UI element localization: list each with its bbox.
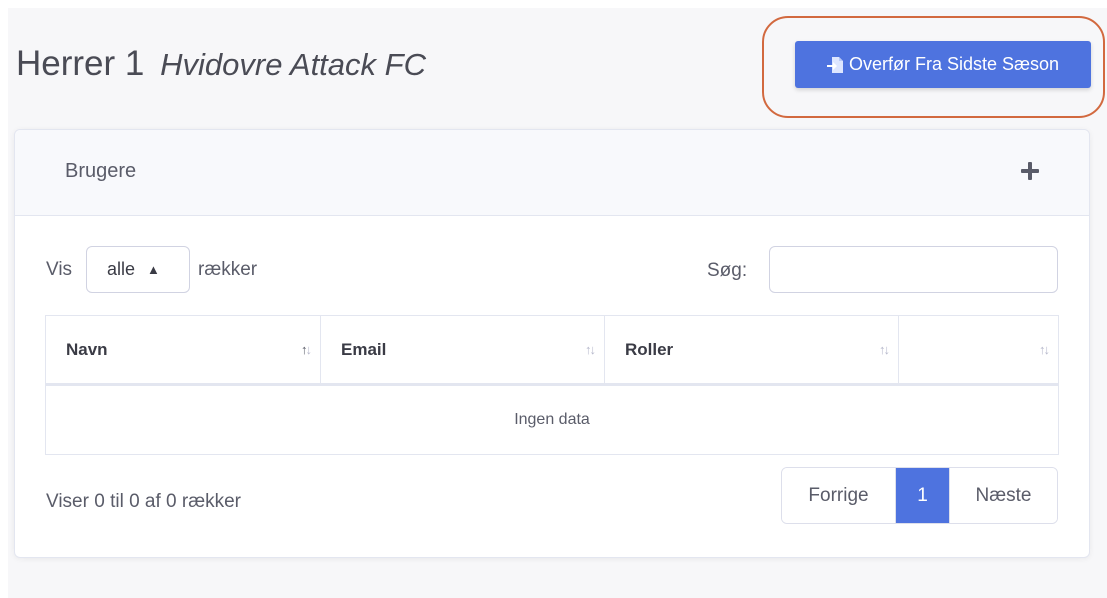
card-title: Brugere	[65, 160, 137, 182]
sort-icon: ↑↓	[301, 342, 312, 357]
page-1-button[interactable]: 1	[896, 468, 950, 523]
sort-icon: ↑↓	[585, 342, 596, 357]
card-header: Brugere	[15, 130, 1089, 216]
previous-page-button[interactable]: Forrige	[782, 468, 896, 523]
pagination: Forrige 1 Næste	[781, 467, 1058, 524]
rows-per-page-select[interactable]: alle ▲︎	[86, 246, 190, 293]
column-header-roles[interactable]: Roller ↑↓	[605, 316, 899, 383]
rows-label: rækker	[198, 259, 258, 280]
column-header-email[interactable]: Email ↑↓	[321, 316, 605, 383]
table-header: Navn ↑↓ Email ↑↓ Roller ↑↓ ↑↓	[46, 316, 1058, 386]
select-arrows-icon: ▲︎	[147, 262, 160, 277]
table-info: Viser 0 til 0 af 0 rækker	[46, 491, 242, 512]
next-page-button[interactable]: Næste	[950, 468, 1057, 523]
team-name: Herrer 1	[16, 44, 145, 83]
plus-icon	[1021, 162, 1039, 180]
rows-select-value: alle	[107, 259, 136, 279]
users-table: Navn ↑↓ Email ↑↓ Roller ↑↓ ↑↓ Ingen data	[45, 315, 1059, 455]
column-header-actions[interactable]: ↑↓	[899, 316, 1058, 383]
column-header-name[interactable]: Navn ↑↓	[46, 316, 321, 383]
search-input[interactable]	[769, 246, 1058, 293]
sort-icon: ↑↓	[1039, 342, 1050, 357]
sort-icon: ↑↓	[879, 342, 890, 357]
show-label: Vis	[46, 259, 73, 280]
search-label: Søg:	[707, 260, 748, 281]
transfer-button-label: Overfør Fra Sidste Sæson	[848, 54, 1060, 74]
empty-table-message: Ingen data	[514, 411, 590, 428]
file-import-icon	[826, 56, 843, 74]
page-title: Herrer 1 Hvidovre Attack FC	[16, 44, 426, 84]
add-user-button[interactable]	[1016, 157, 1044, 185]
club-name: Hvidovre Attack FC	[160, 47, 426, 82]
transfer-from-last-season-button[interactable]: Overfør Fra Sidste Sæson	[795, 41, 1091, 88]
